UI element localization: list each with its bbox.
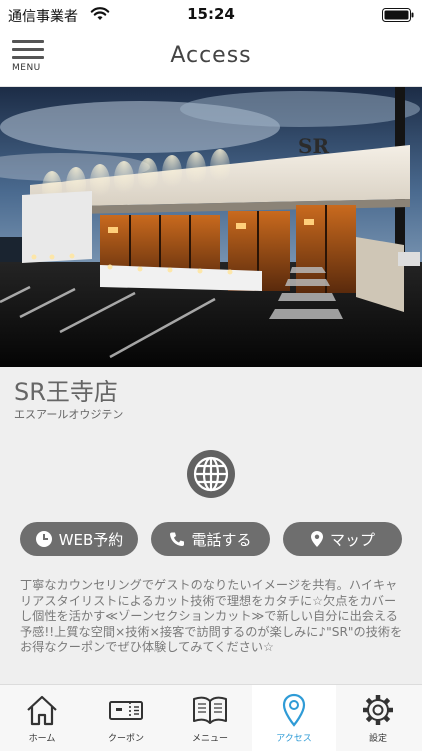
store-sign-text: SR	[298, 134, 329, 158]
map-button[interactable]: マップ	[283, 522, 402, 556]
globe-icon	[187, 450, 235, 498]
tab-bar: ホーム クーポン メニュー アクセス 設定	[0, 684, 422, 751]
web-reservation-button[interactable]: WEB予約	[20, 522, 138, 556]
clock-time: 15:24	[187, 5, 235, 23]
tab-coupon[interactable]: クーポン	[84, 685, 168, 751]
gear-icon	[363, 695, 393, 725]
battery-icon	[382, 8, 414, 22]
action-buttons: WEB予約 電話する マップ	[0, 522, 422, 556]
call-button[interactable]: 電話する	[151, 522, 270, 556]
tab-home[interactable]: ホーム	[0, 685, 84, 751]
phone-icon	[170, 532, 185, 546]
tab-coupon-label: クーポン	[107, 734, 144, 744]
storefront-photo: SR	[0, 87, 422, 367]
home-icon	[27, 695, 57, 726]
tab-access-label: アクセス	[276, 734, 312, 744]
shop-name: SR王寺店	[14, 378, 118, 406]
tab-home-label: ホーム	[28, 734, 56, 744]
tab-settings-label: 設定	[368, 734, 387, 744]
page-title: Access	[170, 43, 252, 68]
website-button[interactable]	[185, 448, 237, 500]
clock-icon	[35, 531, 52, 547]
tab-menu[interactable]: メニュー	[168, 685, 252, 751]
map-pin-icon	[282, 693, 306, 727]
coupon-icon	[109, 701, 143, 720]
tab-access[interactable]: アクセス	[252, 685, 336, 751]
shop-name-kana: エスアールオウジテン	[14, 408, 124, 421]
tab-menu-label: メニュー	[191, 734, 228, 744]
shop-description: 丁寧なカウンセリングでゲストのなりたいイメージを共有。ハイキャリアスタイリストに…	[20, 578, 403, 654]
tab-settings[interactable]: 設定	[336, 685, 420, 751]
status-bar: 通信事業者 15:24	[0, 0, 422, 30]
nav-bar: MENU Access	[0, 30, 422, 87]
map-pin-icon	[310, 531, 323, 547]
map-label: マップ	[329, 530, 375, 549]
call-label: 電話する	[191, 530, 252, 549]
book-icon	[193, 696, 227, 724]
web-reservation-label: WEB予約	[58, 530, 124, 549]
